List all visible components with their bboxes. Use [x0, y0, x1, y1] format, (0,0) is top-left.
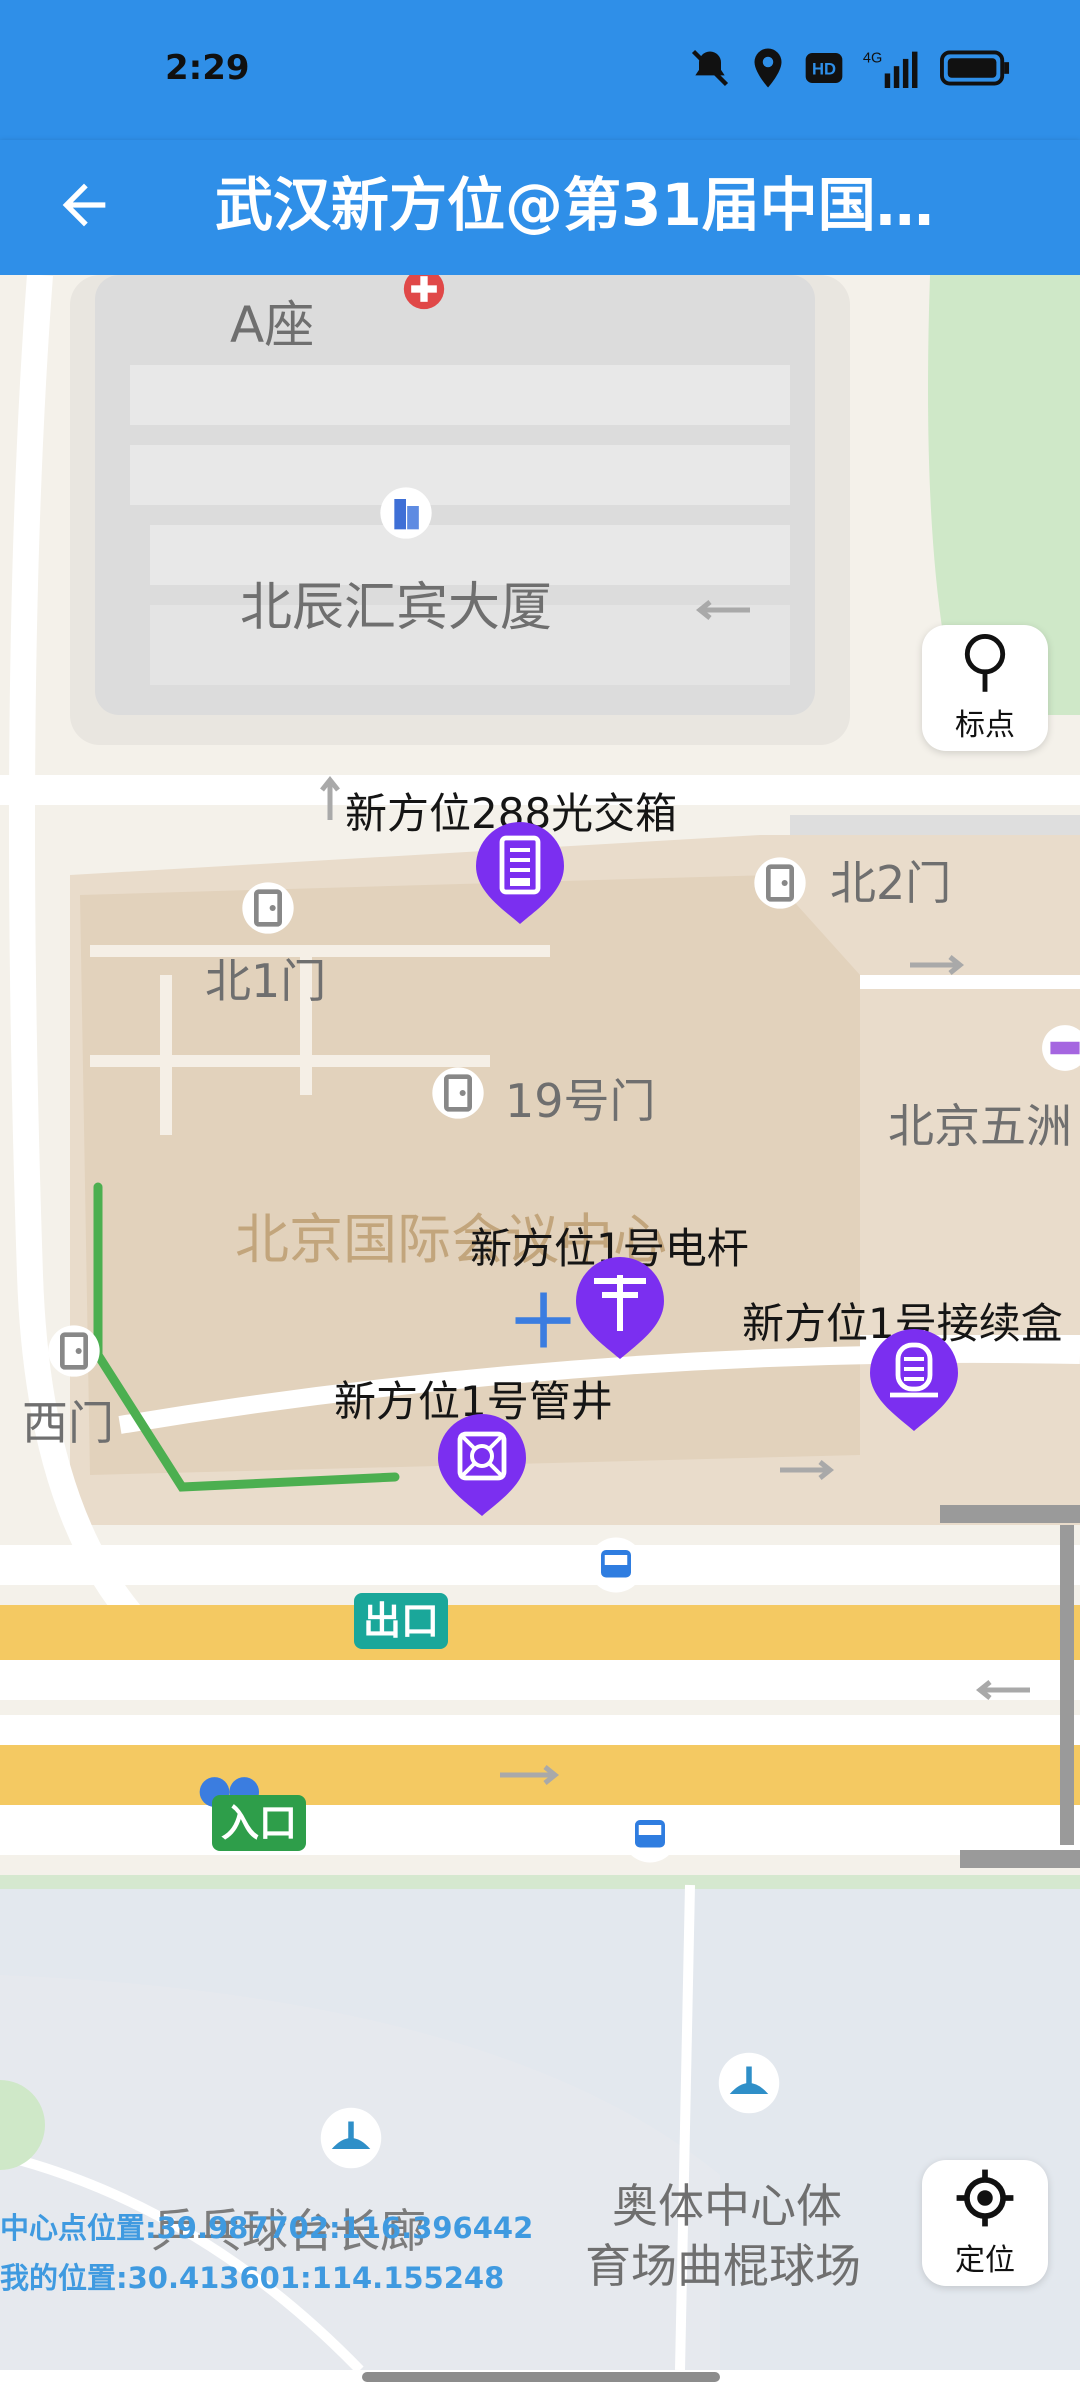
map-label-hockey: 育场曲棍球场	[585, 2239, 861, 2293]
splice-box-icon[interactable]	[868, 1327, 960, 1433]
exit-badge: 出口	[354, 1593, 448, 1649]
map-label-gate19: 19号门	[505, 1074, 656, 1128]
svg-text:HD: HD	[812, 60, 836, 79]
mute-bell-icon	[691, 49, 729, 87]
map-label-north2: 北2门	[830, 856, 952, 910]
battery-icon	[940, 50, 1010, 86]
sports-icon-1	[320, 2107, 382, 2169]
entrance-badge: 入口	[212, 1795, 306, 1851]
door-icon-north2	[754, 857, 806, 909]
target-icon	[956, 2169, 1014, 2227]
door-icon-west	[48, 1325, 100, 1377]
app-bar: 武汉新方位@第31届中国…	[0, 140, 1080, 275]
map-label-beichen: 北辰汇宾大厦	[240, 578, 553, 638]
building-icon	[380, 487, 432, 539]
map-view[interactable]: 出口 入口 A座 北辰汇宾大厦 北1门 北2门 19号门 北京五洲 北京国际会议…	[0, 275, 1080, 2370]
pole-icon[interactable]	[574, 1255, 666, 1361]
center-position-text: 中心点位置:39.987702:116.396442	[0, 2211, 534, 2245]
my-position-text: 我的位置:30.413601:114.155248	[0, 2261, 505, 2295]
location-icon	[754, 48, 782, 88]
status-time: 2:29	[165, 48, 250, 88]
door-icon-gate19	[432, 1067, 484, 1119]
map-label-beijing-five: 北京五洲	[888, 1099, 1072, 1153]
mark-point-button[interactable]: 标点	[922, 625, 1048, 751]
hospital-icon	[403, 275, 445, 310]
hotel-icon	[1042, 1025, 1080, 1071]
center-crosshair-icon	[515, 1292, 571, 1348]
fiber-box-icon[interactable]	[474, 820, 566, 926]
map-label-north1: 北1门	[205, 954, 327, 1008]
locate-label: 定位	[955, 2243, 1015, 2278]
sports-icon-2	[718, 2052, 780, 2114]
bus-icon-2	[622, 1807, 678, 1863]
mark-point-label: 标点	[955, 708, 1015, 743]
signal-icon: 4G	[863, 51, 918, 88]
map-label-a-building: A座	[230, 296, 315, 354]
bus-icon-1	[588, 1537, 644, 1593]
status-icons: HD 4G	[688, 46, 1010, 90]
hd-icon: HD	[805, 53, 843, 83]
page-title: 武汉新方位@第31届中国…	[215, 171, 934, 239]
door-icon-north1	[242, 882, 294, 934]
map-label-west: 西门	[22, 1396, 114, 1450]
locate-button[interactable]: 定位	[922, 2160, 1048, 2286]
pin-icon	[964, 633, 1006, 692]
status-bar: 2:29 HD 4G	[0, 0, 1080, 140]
manhole-icon[interactable]	[436, 1412, 528, 1518]
map-label-olympic: 奥体中心体	[612, 2179, 842, 2233]
back-arrow-icon[interactable]	[52, 173, 116, 237]
home-gesture-handle[interactable]	[362, 2372, 720, 2382]
svg-text:4G: 4G	[863, 51, 882, 67]
